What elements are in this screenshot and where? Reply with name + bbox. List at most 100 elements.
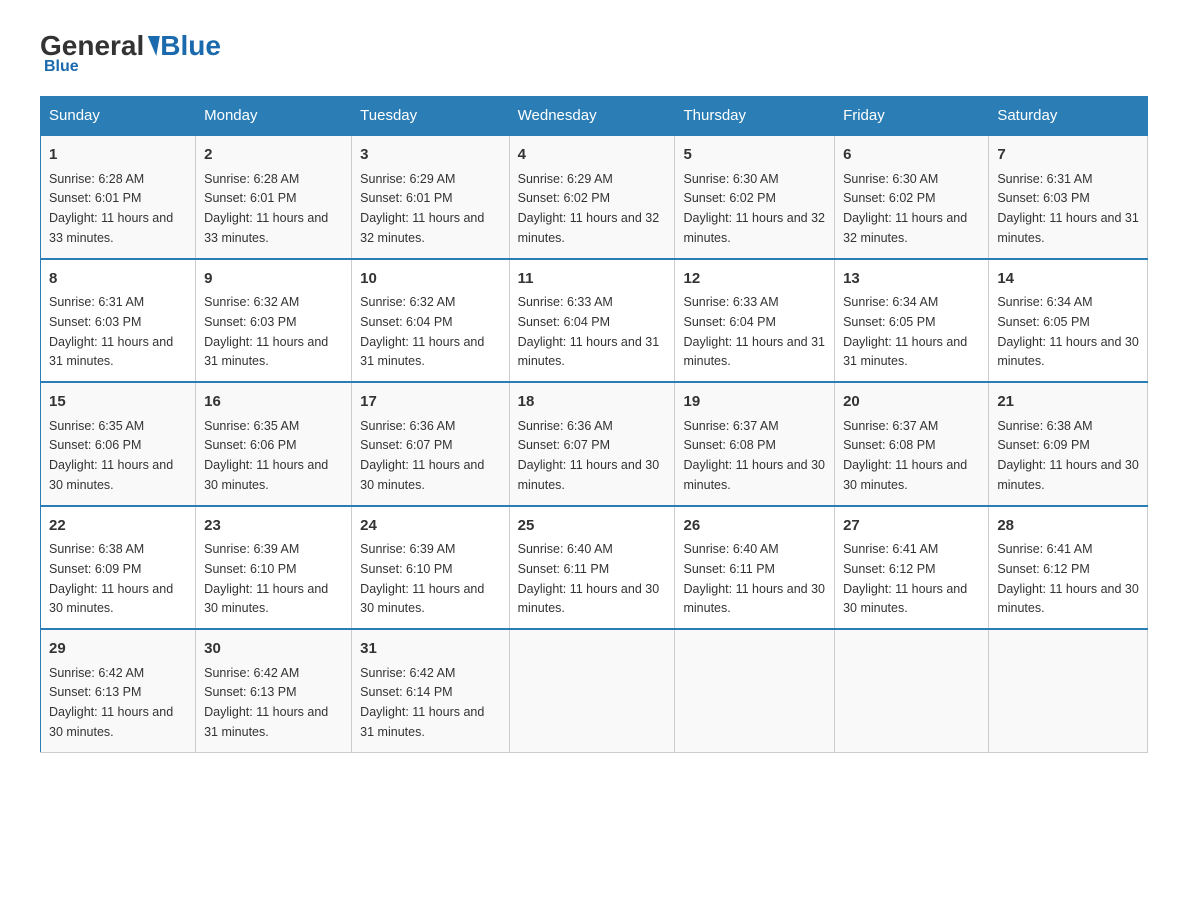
calendar-day: 23 Sunrise: 6:39 AMSunset: 6:10 PMDaylig… — [196, 506, 352, 630]
column-header-sunday: Sunday — [41, 97, 196, 136]
calendar-day — [675, 629, 835, 752]
calendar-week-3: 15 Sunrise: 6:35 AMSunset: 6:06 PMDaylig… — [41, 382, 1148, 506]
day-info: Sunrise: 6:40 AMSunset: 6:11 PMDaylight:… — [518, 542, 660, 615]
day-number: 9 — [204, 268, 343, 291]
calendar-day: 7 Sunrise: 6:31 AMSunset: 6:03 PMDayligh… — [989, 135, 1148, 259]
calendar-day: 10 Sunrise: 6:32 AMSunset: 6:04 PMDaylig… — [352, 259, 509, 383]
day-info: Sunrise: 6:29 AMSunset: 6:01 PMDaylight:… — [360, 172, 484, 245]
day-number: 4 — [518, 144, 667, 167]
calendar-day: 11 Sunrise: 6:33 AMSunset: 6:04 PMDaylig… — [509, 259, 675, 383]
calendar-week-1: 1 Sunrise: 6:28 AMSunset: 6:01 PMDayligh… — [41, 135, 1148, 259]
day-number: 6 — [843, 144, 980, 167]
day-number: 23 — [204, 515, 343, 538]
day-number: 27 — [843, 515, 980, 538]
calendar-day: 31 Sunrise: 6:42 AMSunset: 6:14 PMDaylig… — [352, 629, 509, 752]
day-info: Sunrise: 6:30 AMSunset: 6:02 PMDaylight:… — [843, 172, 967, 245]
calendar-day: 14 Sunrise: 6:34 AMSunset: 6:05 PMDaylig… — [989, 259, 1148, 383]
day-info: Sunrise: 6:32 AMSunset: 6:03 PMDaylight:… — [204, 295, 328, 368]
day-number: 13 — [843, 268, 980, 291]
day-info: Sunrise: 6:38 AMSunset: 6:09 PMDaylight:… — [997, 419, 1139, 492]
day-number: 24 — [360, 515, 500, 538]
column-header-tuesday: Tuesday — [352, 97, 509, 136]
day-info: Sunrise: 6:28 AMSunset: 6:01 PMDaylight:… — [49, 172, 173, 245]
column-header-monday: Monday — [196, 97, 352, 136]
day-info: Sunrise: 6:29 AMSunset: 6:02 PMDaylight:… — [518, 172, 660, 245]
calendar-day — [509, 629, 675, 752]
day-info: Sunrise: 6:33 AMSunset: 6:04 PMDaylight:… — [683, 295, 825, 368]
day-info: Sunrise: 6:28 AMSunset: 6:01 PMDaylight:… — [204, 172, 328, 245]
calendar-day: 30 Sunrise: 6:42 AMSunset: 6:13 PMDaylig… — [196, 629, 352, 752]
calendar-day: 5 Sunrise: 6:30 AMSunset: 6:02 PMDayligh… — [675, 135, 835, 259]
day-info: Sunrise: 6:31 AMSunset: 6:03 PMDaylight:… — [49, 295, 173, 368]
calendar-day: 28 Sunrise: 6:41 AMSunset: 6:12 PMDaylig… — [989, 506, 1148, 630]
day-info: Sunrise: 6:31 AMSunset: 6:03 PMDaylight:… — [997, 172, 1139, 245]
day-info: Sunrise: 6:42 AMSunset: 6:14 PMDaylight:… — [360, 666, 484, 739]
calendar-day — [989, 629, 1148, 752]
day-number: 19 — [683, 391, 826, 414]
day-info: Sunrise: 6:37 AMSunset: 6:08 PMDaylight:… — [683, 419, 825, 492]
column-header-saturday: Saturday — [989, 97, 1148, 136]
day-number: 26 — [683, 515, 826, 538]
day-info: Sunrise: 6:34 AMSunset: 6:05 PMDaylight:… — [843, 295, 967, 368]
calendar-day: 29 Sunrise: 6:42 AMSunset: 6:13 PMDaylig… — [41, 629, 196, 752]
calendar-day: 17 Sunrise: 6:36 AMSunset: 6:07 PMDaylig… — [352, 382, 509, 506]
day-info: Sunrise: 6:30 AMSunset: 6:02 PMDaylight:… — [683, 172, 825, 245]
day-number: 28 — [997, 515, 1139, 538]
calendar-week-5: 29 Sunrise: 6:42 AMSunset: 6:13 PMDaylig… — [41, 629, 1148, 752]
day-number: 29 — [49, 638, 187, 661]
day-number: 7 — [997, 144, 1139, 167]
calendar-table: SundayMondayTuesdayWednesdayThursdayFrid… — [40, 96, 1148, 753]
calendar-day: 18 Sunrise: 6:36 AMSunset: 6:07 PMDaylig… — [509, 382, 675, 506]
day-number: 20 — [843, 391, 980, 414]
day-number: 3 — [360, 144, 500, 167]
day-number: 18 — [518, 391, 667, 414]
calendar-day: 15 Sunrise: 6:35 AMSunset: 6:06 PMDaylig… — [41, 382, 196, 506]
calendar-day: 3 Sunrise: 6:29 AMSunset: 6:01 PMDayligh… — [352, 135, 509, 259]
column-header-friday: Friday — [835, 97, 989, 136]
calendar-day: 13 Sunrise: 6:34 AMSunset: 6:05 PMDaylig… — [835, 259, 989, 383]
day-number: 2 — [204, 144, 343, 167]
day-info: Sunrise: 6:41 AMSunset: 6:12 PMDaylight:… — [843, 542, 967, 615]
day-number: 1 — [49, 144, 187, 167]
logo-triangle-icon — [145, 36, 161, 56]
calendar-day — [835, 629, 989, 752]
day-info: Sunrise: 6:42 AMSunset: 6:13 PMDaylight:… — [204, 666, 328, 739]
day-number: 12 — [683, 268, 826, 291]
day-number: 25 — [518, 515, 667, 538]
calendar-day: 1 Sunrise: 6:28 AMSunset: 6:01 PMDayligh… — [41, 135, 196, 259]
calendar-day: 26 Sunrise: 6:40 AMSunset: 6:11 PMDaylig… — [675, 506, 835, 630]
day-number: 15 — [49, 391, 187, 414]
day-info: Sunrise: 6:36 AMSunset: 6:07 PMDaylight:… — [518, 419, 660, 492]
calendar-day: 12 Sunrise: 6:33 AMSunset: 6:04 PMDaylig… — [675, 259, 835, 383]
day-number: 21 — [997, 391, 1139, 414]
day-number: 11 — [518, 268, 667, 291]
day-info: Sunrise: 6:39 AMSunset: 6:10 PMDaylight:… — [204, 542, 328, 615]
logo-subtitle: Blue — [44, 58, 221, 76]
calendar-week-2: 8 Sunrise: 6:31 AMSunset: 6:03 PMDayligh… — [41, 259, 1148, 383]
calendar-week-4: 22 Sunrise: 6:38 AMSunset: 6:09 PMDaylig… — [41, 506, 1148, 630]
day-info: Sunrise: 6:41 AMSunset: 6:12 PMDaylight:… — [997, 542, 1139, 615]
day-number: 14 — [997, 268, 1139, 291]
day-info: Sunrise: 6:37 AMSunset: 6:08 PMDaylight:… — [843, 419, 967, 492]
day-number: 5 — [683, 144, 826, 167]
day-number: 22 — [49, 515, 187, 538]
calendar-day: 20 Sunrise: 6:37 AMSunset: 6:08 PMDaylig… — [835, 382, 989, 506]
day-number: 30 — [204, 638, 343, 661]
calendar-day: 22 Sunrise: 6:38 AMSunset: 6:09 PMDaylig… — [41, 506, 196, 630]
calendar-day: 8 Sunrise: 6:31 AMSunset: 6:03 PMDayligh… — [41, 259, 196, 383]
page-header: General Blue Blue — [40, 30, 1148, 76]
calendar-day: 6 Sunrise: 6:30 AMSunset: 6:02 PMDayligh… — [835, 135, 989, 259]
day-number: 10 — [360, 268, 500, 291]
day-info: Sunrise: 6:36 AMSunset: 6:07 PMDaylight:… — [360, 419, 484, 492]
calendar-body: 1 Sunrise: 6:28 AMSunset: 6:01 PMDayligh… — [41, 135, 1148, 752]
day-info: Sunrise: 6:39 AMSunset: 6:10 PMDaylight:… — [360, 542, 484, 615]
calendar-day: 27 Sunrise: 6:41 AMSunset: 6:12 PMDaylig… — [835, 506, 989, 630]
day-number: 16 — [204, 391, 343, 414]
logo: General Blue Blue — [40, 30, 221, 76]
calendar-header: SundayMondayTuesdayWednesdayThursdayFrid… — [41, 97, 1148, 136]
column-header-wednesday: Wednesday — [509, 97, 675, 136]
calendar-day: 2 Sunrise: 6:28 AMSunset: 6:01 PMDayligh… — [196, 135, 352, 259]
day-info: Sunrise: 6:34 AMSunset: 6:05 PMDaylight:… — [997, 295, 1139, 368]
day-number: 8 — [49, 268, 187, 291]
calendar-day: 19 Sunrise: 6:37 AMSunset: 6:08 PMDaylig… — [675, 382, 835, 506]
